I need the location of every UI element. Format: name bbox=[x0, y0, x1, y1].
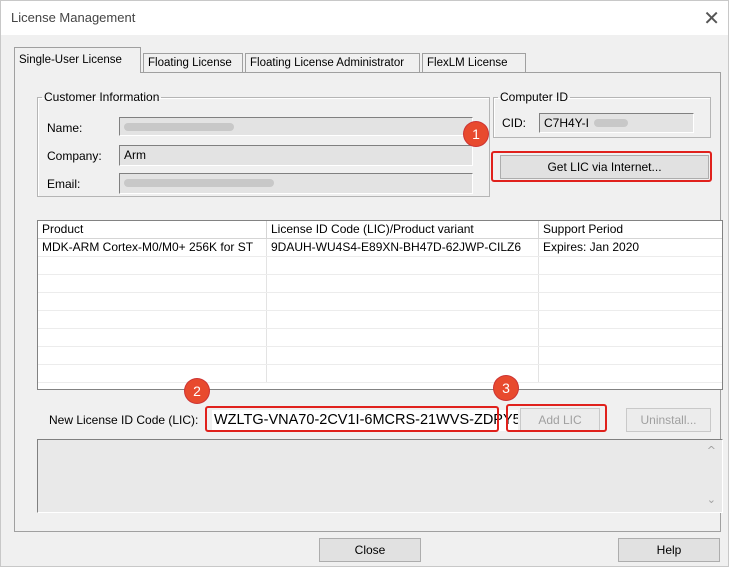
table-row-empty bbox=[38, 311, 722, 329]
uninstall-button[interactable]: Uninstall... bbox=[626, 408, 711, 432]
column-header-product[interactable]: Product bbox=[38, 221, 267, 238]
column-header-support-period[interactable]: Support Period bbox=[539, 221, 722, 238]
step-3-badge: 3 bbox=[494, 376, 518, 400]
table-row-empty bbox=[38, 365, 722, 383]
new-lic-highlight bbox=[205, 406, 499, 432]
table-header: Product License ID Code (LIC)/Product va… bbox=[38, 221, 722, 239]
name-field bbox=[119, 117, 473, 136]
product-license-table: Product License ID Code (LIC)/Product va… bbox=[37, 220, 723, 390]
email-label: Email: bbox=[47, 177, 81, 191]
column-header-lic[interactable]: License ID Code (LIC)/Product variant bbox=[267, 221, 539, 238]
company-label: Company: bbox=[47, 149, 102, 163]
table-row-empty bbox=[38, 257, 722, 275]
get-lic-highlight bbox=[491, 151, 712, 182]
single-user-license-panel: Customer Information Name: Company: Arm … bbox=[14, 72, 723, 532]
help-button[interactable]: Help bbox=[618, 538, 720, 562]
cid-field: C7H4Y-I bbox=[539, 113, 694, 133]
scroll-down-icon[interactable]: ⌄ bbox=[707, 493, 716, 506]
table-row-empty bbox=[38, 347, 722, 365]
add-lic-highlight bbox=[506, 404, 607, 432]
step-1-badge: 1 bbox=[464, 122, 488, 146]
close-icon[interactable]: ✕ bbox=[703, 6, 720, 30]
table-row[interactable]: MDK-ARM Cortex-M0/M0+ 256K for ST 9DAUH-… bbox=[38, 239, 722, 257]
tab-floating-license-administrator[interactable]: Floating License Administrator bbox=[245, 53, 420, 72]
new-lic-label: New License ID Code (LIC): bbox=[49, 413, 199, 427]
step-2-badge: 2 bbox=[185, 379, 209, 403]
redacted-name bbox=[124, 123, 234, 131]
table-row-empty bbox=[38, 329, 722, 347]
table-row-empty bbox=[38, 275, 722, 293]
computer-id-legend: Computer ID bbox=[500, 90, 569, 104]
table-row-empty bbox=[38, 293, 722, 311]
close-button[interactable]: Close bbox=[319, 538, 421, 562]
name-label: Name: bbox=[47, 121, 83, 135]
email-field bbox=[119, 173, 473, 194]
tab-flexlm-license[interactable]: FlexLM License bbox=[422, 53, 526, 72]
tab-single-user-license[interactable]: Single-User License bbox=[14, 47, 141, 73]
cid-value: C7H4Y-I bbox=[544, 116, 589, 130]
window-title: License Management bbox=[11, 10, 136, 25]
title-bar: License Management ✕ bbox=[1, 1, 728, 35]
cid-label: CID: bbox=[502, 116, 526, 130]
redacted-cid bbox=[594, 119, 629, 127]
license-management-window: License Management ✕ Single-User License… bbox=[0, 0, 729, 567]
lic-cell: 9DAUH-WU4S4-E89XN-BH47D-62JWP-CILZ6 bbox=[267, 239, 539, 256]
tab-floating-license[interactable]: Floating License bbox=[143, 53, 243, 72]
customer-information-legend: Customer Information bbox=[44, 90, 160, 104]
status-message-area[interactable]: ^ ⌄ bbox=[37, 439, 723, 513]
support-period-cell: Expires: Jan 2020 bbox=[543, 240, 640, 254]
scroll-up-icon[interactable]: ^ bbox=[707, 444, 716, 457]
redacted-email bbox=[124, 179, 274, 187]
product-cell: MDK-ARM Cortex-M0/M0+ 256K for ST bbox=[38, 239, 267, 256]
company-field: Arm bbox=[119, 145, 473, 166]
